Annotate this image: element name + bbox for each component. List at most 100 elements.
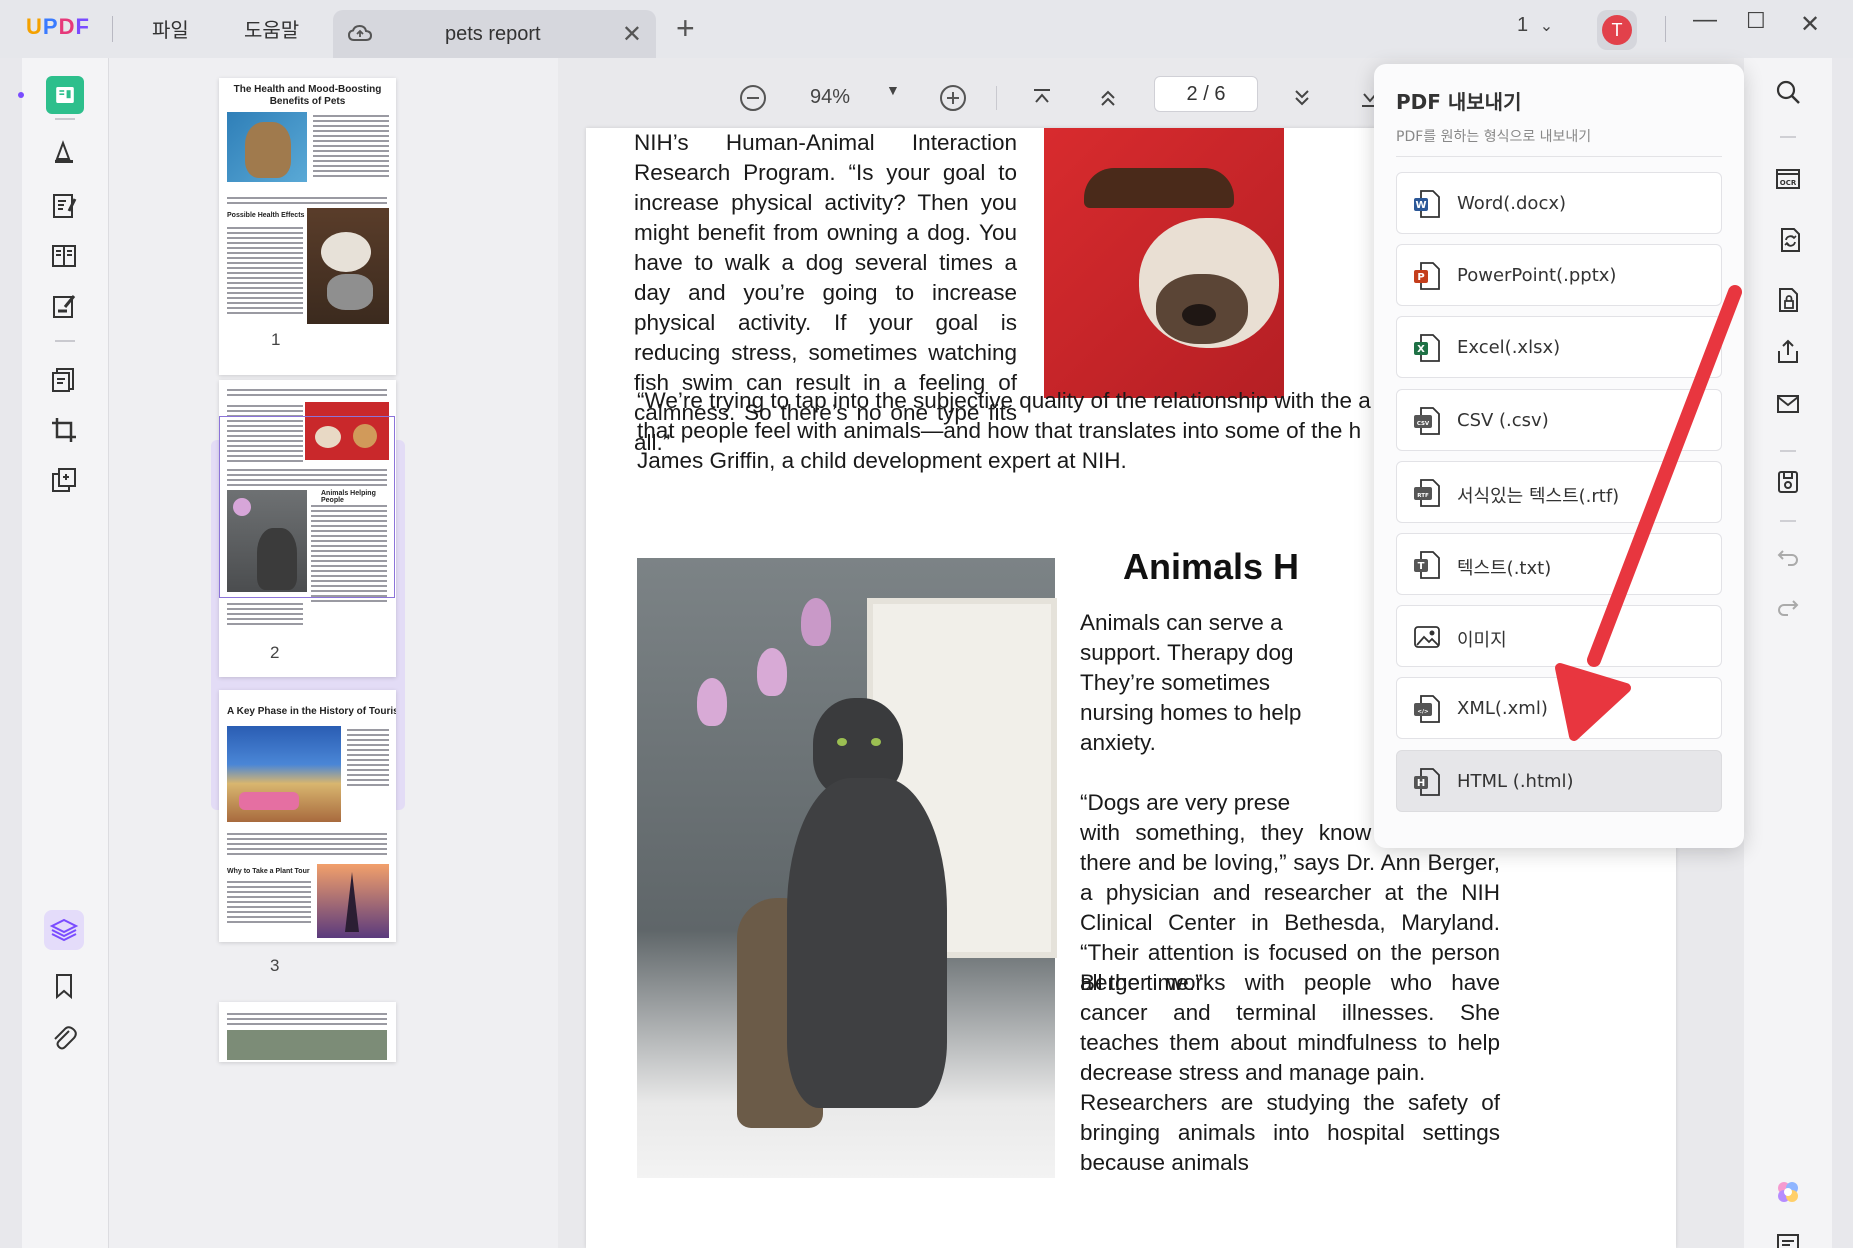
title-divider	[112, 16, 113, 42]
svg-text:P: P	[1417, 272, 1424, 283]
thumbnail-number-3: 3	[270, 956, 280, 975]
export-option-html[interactable]: H HTML (.html)	[1396, 750, 1722, 812]
export-option-csv[interactable]: CSV CSV (.csv)	[1396, 389, 1722, 451]
paragraph-berger: Berger works with people who have cancer…	[1080, 970, 1500, 1085]
thumbnail-number-1: 1	[271, 330, 281, 349]
menu-help[interactable]: 도움말	[244, 14, 299, 43]
export-option-label: XML(.xml)	[1457, 698, 1548, 719]
page-thumbnail-3[interactable]: A Key Phase in the History of Tourism Wh…	[219, 690, 396, 942]
export-option-image[interactable]: 이미지	[1396, 605, 1722, 667]
layers-icon[interactable]	[44, 910, 84, 950]
organize-pages-icon[interactable]	[46, 362, 82, 398]
svg-text:RTF: RTF	[1417, 493, 1429, 499]
zoom-dropdown-icon[interactable]: ▼	[886, 82, 900, 98]
rail-indicator-dot	[18, 92, 24, 98]
svg-text:H: H	[1417, 778, 1425, 789]
export-option-label: 이미지	[1457, 630, 1507, 651]
document-tab[interactable]: pets report ✕	[333, 10, 656, 58]
toolbar-divider	[996, 86, 997, 110]
crop-icon[interactable]	[46, 412, 82, 448]
thumbnail-subheading: Why to Take a Plant Tour	[227, 868, 310, 875]
fill-sign-icon[interactable]	[46, 288, 82, 324]
previous-page-icon[interactable]	[1096, 86, 1120, 110]
export-option-word[interactable]: W Word(.docx)	[1396, 172, 1722, 234]
rtf-icon: RTF	[1414, 479, 1440, 507]
protect-pdf-icon[interactable]	[1766, 278, 1810, 322]
next-page-icon[interactable]	[1290, 86, 1314, 110]
svg-text:CSV: CSV	[1417, 421, 1430, 427]
batch-icon[interactable]	[46, 462, 82, 498]
redo-icon[interactable]	[1766, 584, 1810, 628]
ai-assistant-icon[interactable]	[1766, 1170, 1810, 1214]
comment-tool-icon[interactable]	[46, 134, 82, 170]
ocr-icon[interactable]: OCR	[1766, 156, 1810, 200]
window-close-icon[interactable]: ✕	[1800, 10, 1820, 39]
svg-text:</>: </>	[1417, 709, 1429, 715]
page-thumbnail-1[interactable]: The Health and Mood-Boosting Benefits of…	[219, 78, 396, 375]
thumbnail-text	[313, 112, 389, 180]
app-logo: UPDF	[26, 14, 90, 39]
title-bar: UPDF 파일 도움말 pets report ✕ + 1 ⌄ T — ☐ ✕	[0, 0, 1853, 58]
svg-text:X: X	[1417, 344, 1425, 355]
section-heading: Animals H	[1123, 546, 1300, 587]
quote-line-3: James Griffin, a child development exper…	[637, 448, 1127, 473]
undo-icon[interactable]	[1766, 534, 1810, 578]
export-option-label: Word(.docx)	[1457, 193, 1567, 214]
page-thumbnail-2[interactable]: Animals Helping People	[219, 380, 396, 677]
csv-icon: CSV	[1414, 407, 1440, 435]
paragraph-research: Researchers are studying the safety of b…	[1080, 1090, 1500, 1175]
word-icon: W	[1414, 190, 1440, 218]
popup-title: PDF 내보내기	[1396, 90, 1522, 114]
page-view-icon[interactable]	[46, 238, 82, 274]
export-option-rtf[interactable]: RTF 서식있는 텍스트(.rtf)	[1396, 461, 1722, 523]
page-number-input[interactable]: 2 / 6	[1154, 76, 1258, 112]
comments-panel-icon[interactable]	[1766, 1222, 1810, 1248]
export-option-label: 텍스트(.txt)	[1457, 558, 1552, 579]
right-tool-rail: OCR	[1744, 58, 1832, 1248]
maximize-icon[interactable]: ☐	[1746, 8, 1766, 34]
window-page-selector[interactable]: 1 ⌄	[1517, 14, 1553, 37]
export-option-powerpoint[interactable]: P PowerPoint(.pptx)	[1396, 244, 1722, 306]
add-tab-icon[interactable]: +	[676, 10, 695, 47]
rail-divider	[55, 118, 75, 120]
thumbnail-panel: The Health and Mood-Boosting Benefits of…	[108, 58, 558, 1248]
cat-image	[227, 112, 307, 182]
export-option-label: CSV (.csv)	[1457, 410, 1549, 431]
edit-pdf-icon[interactable]	[46, 188, 82, 224]
avatar-letter: T	[1602, 15, 1632, 45]
powerpoint-icon: P	[1414, 262, 1440, 290]
attachment-icon[interactable]	[46, 1020, 82, 1056]
menu-file[interactable]: 파일	[152, 14, 189, 43]
rail-divider	[1780, 136, 1796, 138]
bookmark-icon[interactable]	[46, 968, 82, 1004]
close-tab-icon[interactable]: ✕	[622, 20, 642, 49]
zoom-in-icon[interactable]	[940, 85, 966, 111]
convert-pdf-icon[interactable]	[1768, 218, 1812, 262]
dog-reindeer-image	[1044, 128, 1284, 398]
cloud-icon	[347, 24, 373, 41]
quote-line-1: “We’re trying to tap into the subjective…	[637, 388, 1371, 413]
popup-subtitle: PDF를 원하는 형식으로 내보내기	[1396, 129, 1592, 145]
zoom-out-icon[interactable]	[740, 85, 766, 111]
tab-title: pets report	[445, 23, 541, 45]
export-option-excel[interactable]: X Excel(.xlsx)	[1396, 316, 1722, 378]
havana-image	[227, 726, 341, 822]
svg-text:W: W	[1415, 200, 1426, 211]
page-thumbnail-4[interactable]	[219, 1002, 396, 1062]
export-option-txt[interactable]: T 텍스트(.txt)	[1396, 533, 1722, 595]
minimize-icon[interactable]: —	[1693, 6, 1717, 34]
search-icon[interactable]	[1766, 70, 1810, 114]
save-icon[interactable]	[1766, 460, 1810, 504]
email-icon[interactable]	[1766, 382, 1810, 426]
first-page-icon[interactable]	[1030, 86, 1054, 110]
user-avatar[interactable]: T	[1597, 10, 1637, 50]
share-icon[interactable]	[1766, 330, 1810, 374]
chevron-down-icon: ⌄	[1539, 18, 1554, 35]
thumbnail-number-2: 2	[270, 643, 280, 662]
reader-mode-icon[interactable]	[46, 76, 84, 114]
viewport-indicator	[219, 416, 395, 598]
zoom-level[interactable]: 94%	[810, 86, 850, 109]
export-option-xml[interactable]: </> XML(.xml)	[1396, 677, 1722, 739]
thumbnail-subheading: Possible Health Effects	[227, 212, 305, 219]
quote-line-2: that people feel with animals—and how th…	[637, 418, 1362, 443]
